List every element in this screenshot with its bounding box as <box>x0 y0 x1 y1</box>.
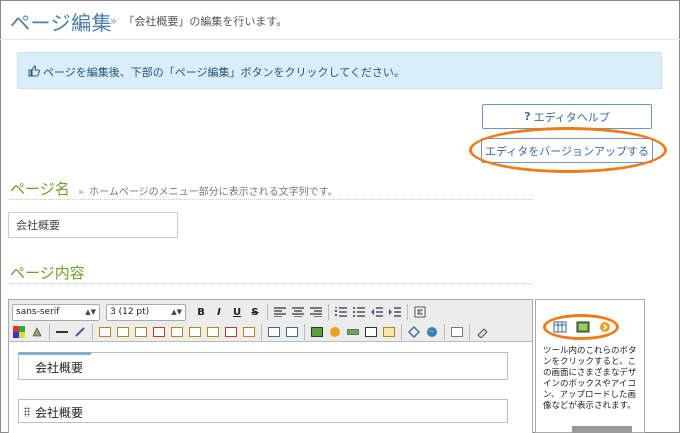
box-template-icon[interactable] <box>152 325 166 339</box>
source-code-icon[interactable] <box>413 305 427 319</box>
strikethrough-button[interactable]: S <box>248 305 262 319</box>
toolbar-separator <box>469 324 470 340</box>
eraser-icon[interactable] <box>475 325 489 339</box>
bold-button[interactable]: B <box>194 305 208 319</box>
box-template-icon[interactable] <box>116 325 130 339</box>
calendar-icon[interactable] <box>382 325 396 339</box>
box-accent-bar <box>19 352 91 355</box>
table-icon[interactable] <box>285 325 299 339</box>
section-divider <box>8 199 533 200</box>
horizontal-rule-icon[interactable] <box>55 325 69 339</box>
editor-content-area[interactable]: 会社概要 会社概要 <box>9 343 532 433</box>
toolbar-separator <box>261 324 262 340</box>
content-box-text: 会社概要 <box>35 406 84 420</box>
toolbar-separator <box>267 304 268 320</box>
select-arrow-icon: ▲▼ <box>85 308 96 316</box>
align-center-icon[interactable] <box>291 305 305 319</box>
content-box[interactable]: 会社概要 <box>18 399 508 423</box>
unordered-list-icon[interactable] <box>352 305 366 319</box>
box-template-icon[interactable] <box>206 325 220 339</box>
description-separator: » <box>78 187 85 198</box>
toolbar-separator <box>92 324 93 340</box>
content-box-text: 会社概要 <box>35 361 84 375</box>
editor-side-panel: ツール内のこれらのボタンをクリックすると、この画面にさまざまなデザインのボックス… <box>535 299 645 433</box>
font-family-select[interactable]: sans-serif ▲▼ <box>12 303 100 321</box>
outdent-icon[interactable] <box>370 305 384 319</box>
page-name-value: 会社概要 <box>16 219 60 232</box>
box-template-icon[interactable] <box>98 325 112 339</box>
toolbar-separator <box>407 304 408 320</box>
toolbar-separator <box>49 324 50 340</box>
page-name-title: ページ名 <box>10 180 70 198</box>
preview-icon[interactable] <box>450 325 464 339</box>
editor-toolbar: sans-serif ▲▼ 3 (12 pt) ▲▼ B I U S <box>9 300 532 342</box>
toolbar-row: sans-serif ▲▼ 3 (12 pt) ▲▼ B I U S <box>9 302 429 322</box>
box-template-icon[interactable] <box>242 325 256 339</box>
toolbar-separator <box>401 324 402 340</box>
section-divider <box>8 283 533 284</box>
font-size-select[interactable]: 3 (12 pt) ▲▼ <box>106 303 186 321</box>
table-icon[interactable] <box>553 318 567 337</box>
arrow-icon[interactable] <box>599 318 611 337</box>
box-template-icon[interactable] <box>134 325 148 339</box>
align-right-icon[interactable] <box>309 305 323 319</box>
thumbs-up-icon <box>28 65 40 77</box>
toolbar-separator <box>304 324 305 340</box>
page-name-description-text: ホームページのメニュー部分に表示される文字列です。 <box>89 187 338 198</box>
box-template-icon[interactable] <box>224 325 238 339</box>
rich-text-editor: sans-serif ▲▼ 3 (12 pt) ▲▼ B I U S 会社概要 … <box>8 299 533 433</box>
align-left-icon[interactable] <box>273 305 287 319</box>
toolbar-separator <box>328 304 329 320</box>
info-message: ページを編集後、下部の「ページ編集」ボタンをクリックしてください。 <box>17 52 662 89</box>
ordered-list-icon[interactable] <box>334 305 348 319</box>
page-subtitle-text: 「会社概要」の編集を行います。 <box>123 15 288 28</box>
panel-help-text: ツール内のこれらのボタンをクリックすると、この画面にさまざまなデザインのボックス… <box>543 346 637 411</box>
font-size-value: 3 (12 pt) <box>110 307 150 317</box>
page-subtitle: » 「会社概要」の編集を行います。 <box>110 13 287 29</box>
arrow-icon[interactable] <box>328 325 342 339</box>
image-icon[interactable] <box>310 325 324 339</box>
breadcrumb-separator: » <box>110 14 118 28</box>
underline-button[interactable]: U <box>230 305 244 319</box>
info-text: ページを編集後、下部の「ページ編集」ボタンをクリックしてください。 <box>43 66 405 79</box>
editor-upgrade-button[interactable]: エディタをバージョンアップする <box>481 138 653 163</box>
page-content-title: ページ内容 <box>10 264 85 282</box>
toolbar-row <box>9 322 491 342</box>
question-icon: ? <box>524 110 531 123</box>
page-name-input[interactable]: 会社概要 <box>8 212 178 238</box>
panel-button[interactable] <box>572 426 632 433</box>
indent-icon[interactable] <box>388 305 402 319</box>
text-color-icon[interactable] <box>12 325 26 339</box>
bar-icon[interactable] <box>346 325 360 339</box>
number-icon[interactable] <box>364 325 378 339</box>
grip-icon <box>24 407 30 417</box>
editor-help-label: エディタヘルプ <box>533 110 610 124</box>
italic-button[interactable]: I <box>212 305 226 319</box>
highlight-color-icon[interactable] <box>30 325 44 339</box>
image-icon[interactable] <box>576 318 590 337</box>
editor-upgrade-label: エディタをバージョンアップする <box>484 144 649 158</box>
page-header: ページ編集 » 「会社概要」の編集を行います。 <box>0 0 680 40</box>
link-icon[interactable] <box>73 325 87 339</box>
box-template-icon[interactable] <box>188 325 202 339</box>
table-icon[interactable] <box>267 325 281 339</box>
editor-help-button[interactable]: ? エディタヘルプ <box>482 104 652 129</box>
globe-icon[interactable] <box>425 325 439 339</box>
toolbar-separator <box>444 324 445 340</box>
panel-icon-group <box>549 319 615 335</box>
select-arrow-icon: ▲▼ <box>171 308 182 316</box>
page-title: ページ編集 <box>10 11 113 35</box>
box-template-icon[interactable] <box>170 325 184 339</box>
page-name-description: » ホームページのメニュー部分に表示される文字列です。 <box>78 183 338 198</box>
font-family-value: sans-serif <box>16 307 60 317</box>
anchor-icon[interactable] <box>407 325 421 339</box>
content-box[interactable]: 会社概要 <box>18 352 508 380</box>
